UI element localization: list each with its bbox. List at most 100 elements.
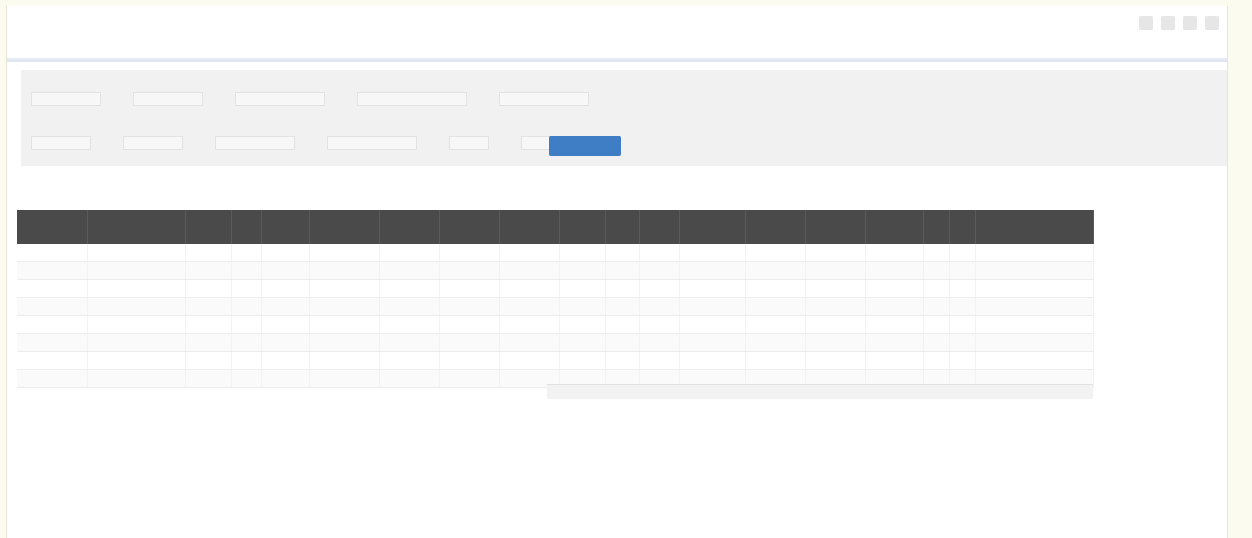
column-header[interactable]	[865, 210, 924, 244]
table-cell	[17, 333, 88, 352]
table-cell	[865, 279, 924, 298]
column-header[interactable]	[17, 210, 88, 244]
table-cell	[309, 297, 380, 316]
table-cell	[439, 244, 500, 262]
help-icon[interactable]	[1183, 16, 1197, 30]
table-cell	[17, 279, 88, 298]
table-cell	[949, 315, 976, 334]
filter-label	[499, 78, 589, 90]
app-title	[29, 16, 39, 30]
table-cell	[379, 351, 440, 370]
table-cell	[439, 369, 500, 388]
table-cell	[439, 279, 500, 298]
filter-input[interactable]	[499, 92, 589, 106]
table-cell	[679, 279, 746, 298]
column-header[interactable]	[949, 210, 976, 244]
table-cell	[185, 315, 232, 334]
table-cell	[231, 244, 262, 262]
table-cell	[923, 351, 950, 370]
filter-label	[235, 78, 325, 90]
filter-label	[31, 78, 101, 90]
table-cell	[923, 244, 950, 262]
column-header[interactable]	[499, 210, 560, 244]
column-header[interactable]	[379, 210, 440, 244]
filter-input[interactable]	[215, 136, 295, 150]
filter-input[interactable]	[123, 136, 183, 150]
filter-input[interactable]	[133, 92, 203, 106]
table-cell	[745, 333, 806, 352]
user-icon[interactable]	[1139, 16, 1153, 30]
table-cell	[605, 315, 640, 334]
table-cell	[679, 297, 746, 316]
table-cell	[679, 333, 746, 352]
table-cell	[379, 333, 440, 352]
table-cell	[865, 261, 924, 280]
table-row[interactable]	[17, 244, 1094, 262]
table-cell	[231, 369, 262, 388]
table-cell	[231, 279, 262, 298]
table-row[interactable]	[17, 261, 1094, 280]
table-cell	[379, 261, 440, 280]
table-cell	[865, 297, 924, 316]
column-header[interactable]	[185, 210, 232, 244]
table-cell	[923, 333, 950, 352]
column-header[interactable]	[87, 210, 186, 244]
column-header[interactable]	[923, 210, 950, 244]
table-cell	[559, 279, 606, 298]
filter-input[interactable]	[235, 92, 325, 106]
table-row[interactable]	[17, 315, 1094, 334]
table-cell	[923, 279, 950, 298]
column-header[interactable]	[605, 210, 640, 244]
filter-label	[133, 78, 203, 90]
filter-field	[31, 122, 91, 150]
column-header[interactable]	[439, 210, 500, 244]
table-cell	[87, 333, 186, 352]
filter-field	[449, 122, 489, 150]
column-header[interactable]	[745, 210, 806, 244]
table-footer	[547, 384, 1093, 399]
table-cell	[87, 261, 186, 280]
column-header[interactable]	[639, 210, 680, 244]
column-header[interactable]	[309, 210, 380, 244]
table-cell	[605, 351, 640, 370]
filter-panel	[21, 70, 1227, 166]
search-button[interactable]	[549, 136, 621, 156]
settings-icon[interactable]	[1161, 16, 1175, 30]
column-header[interactable]	[975, 210, 1094, 244]
table-cell	[17, 261, 88, 280]
table-cell	[949, 297, 976, 316]
table-cell	[87, 279, 186, 298]
table-cell	[231, 297, 262, 316]
filter-input[interactable]	[327, 136, 417, 150]
table-cell	[805, 297, 866, 316]
filter-input[interactable]	[357, 92, 467, 106]
table-row[interactable]	[17, 279, 1094, 298]
table-row[interactable]	[17, 351, 1094, 370]
table-row[interactable]	[17, 333, 1094, 352]
filter-input[interactable]	[31, 92, 101, 106]
logout-icon[interactable]	[1205, 16, 1219, 30]
table-cell	[309, 261, 380, 280]
table-cell	[745, 315, 806, 334]
table-cell	[745, 297, 806, 316]
column-header[interactable]	[805, 210, 866, 244]
table-cell	[949, 261, 976, 280]
table-cell	[865, 315, 924, 334]
side-notes	[1109, 214, 1219, 367]
column-header[interactable]	[679, 210, 746, 244]
table-cell	[975, 351, 1094, 370]
column-header[interactable]	[261, 210, 310, 244]
table-cell	[309, 244, 380, 262]
table-cell	[499, 351, 560, 370]
filter-input[interactable]	[449, 136, 489, 150]
table-row[interactable]	[17, 297, 1094, 316]
table-cell	[949, 279, 976, 298]
table-cell	[87, 315, 186, 334]
column-header[interactable]	[559, 210, 606, 244]
column-header[interactable]	[231, 210, 262, 244]
top-actions	[1139, 16, 1219, 30]
table-cell	[865, 333, 924, 352]
table-cell	[805, 244, 866, 262]
table-cell	[559, 351, 606, 370]
filter-input[interactable]	[31, 136, 91, 150]
